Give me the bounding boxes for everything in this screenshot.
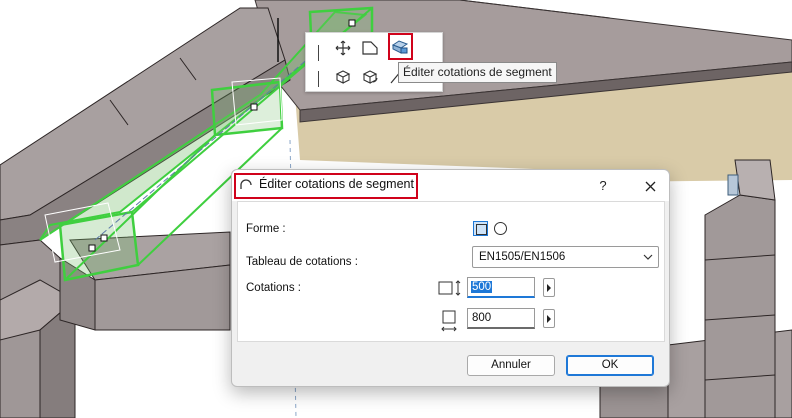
ok-button[interactable]: OK: [566, 355, 654, 376]
chevron-right-icon: [547, 283, 551, 292]
chevron-down-icon: [643, 254, 653, 260]
dimension-2-arrow-button[interactable]: [543, 309, 555, 328]
dimension-1-arrow-button[interactable]: [543, 278, 555, 297]
close-icon: [645, 181, 655, 191]
shape-rectangle-button[interactable]: [473, 221, 488, 236]
height-dimension-icon: [438, 280, 461, 296]
close-button[interactable]: [640, 176, 660, 196]
dimension-1-value: 500: [471, 281, 493, 293]
move-3d-icon[interactable]: [332, 66, 354, 88]
help-button[interactable]: ?: [593, 176, 613, 196]
dialog-title: Éditer cotations de segment: [259, 177, 414, 191]
segment-arc-icon: [240, 179, 252, 189]
tooltip: Éditer cotations de segment: [398, 62, 557, 83]
width-dimension-icon: [441, 310, 457, 332]
forme-label: Forme :: [246, 223, 286, 235]
dimension-table-value: EN1505/EN1506: [479, 251, 566, 263]
dialog-content: Forme : Tableau de cotations : EN1505/EN…: [237, 201, 665, 342]
edit-segment-dimensions-icon[interactable]: [389, 36, 411, 58]
cotations-label: Cotations :: [246, 282, 301, 294]
dimension-1-input[interactable]: 500: [467, 277, 535, 298]
dialog-titlebar[interactable]: Éditer cotations de segment ?: [232, 170, 669, 201]
dimension-2-value: 800: [472, 312, 492, 324]
circle-icon: [494, 222, 507, 235]
edit-segment-dimensions-dialog: Éditer cotations de segment ? Forme : Ta…: [231, 169, 670, 387]
cancel-button[interactable]: Annuler: [467, 355, 555, 376]
line-divider-icon: [318, 45, 319, 61]
profile-shape-icon[interactable]: [359, 37, 381, 59]
dimension-table-select[interactable]: EN1505/EN1506: [472, 246, 659, 268]
tableau-label: Tableau de cotations :: [246, 256, 358, 268]
dimension-2-input[interactable]: 800: [467, 308, 535, 329]
chevron-right-icon: [547, 314, 551, 323]
square-icon: [476, 224, 487, 235]
move-icon[interactable]: [332, 37, 354, 59]
right-column: [704, 194, 776, 418]
rotate-3d-icon[interactable]: [359, 66, 381, 88]
shape-circle-button[interactable]: [493, 221, 508, 236]
